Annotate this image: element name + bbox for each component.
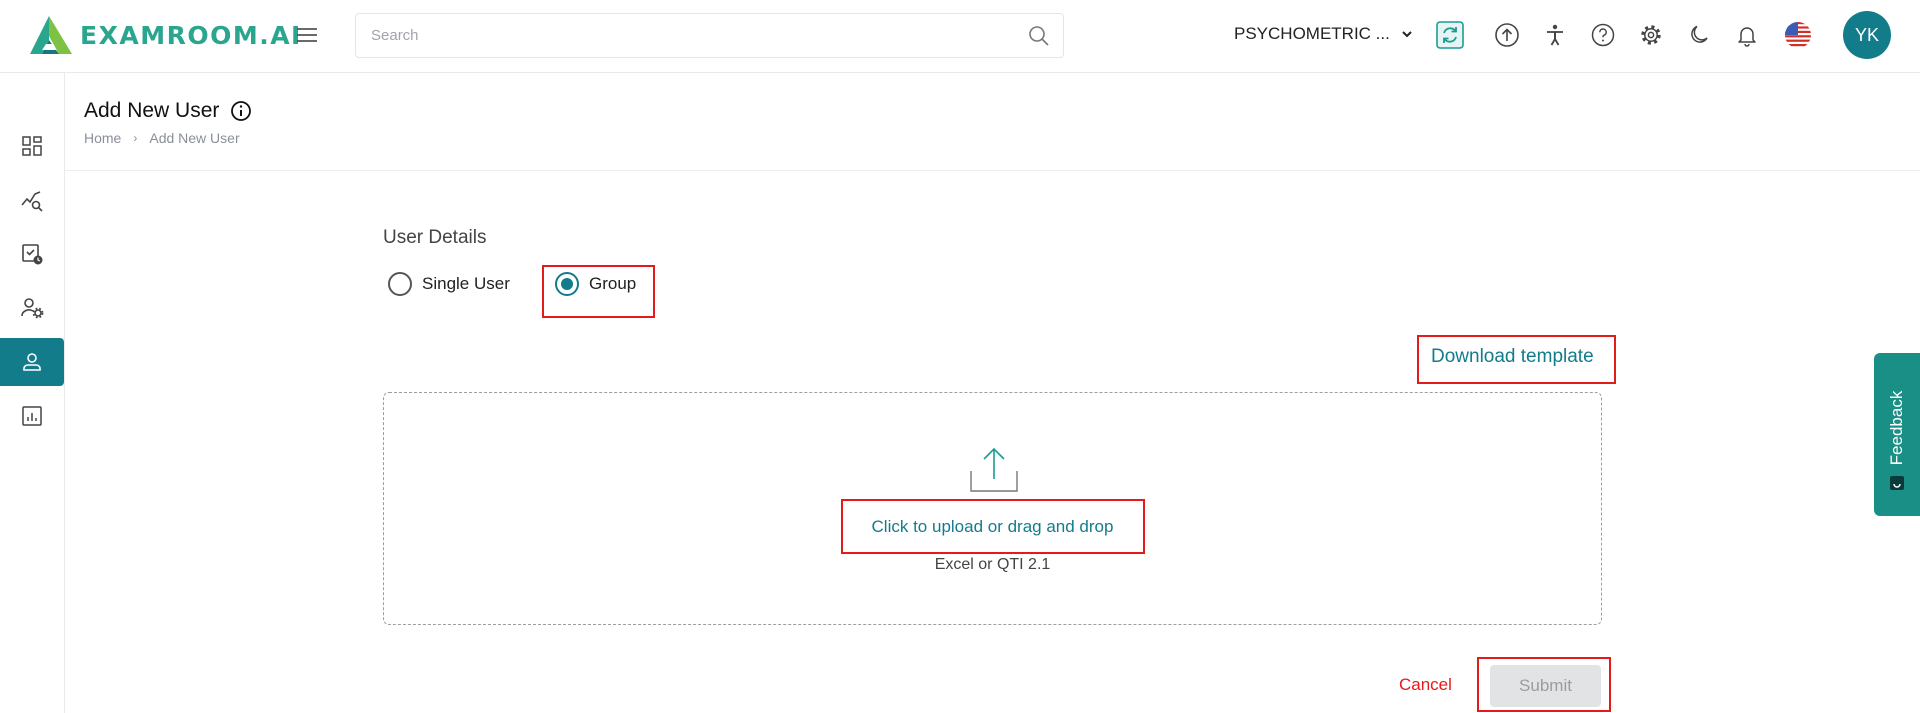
- accessibility-icon: [1547, 24, 1563, 46]
- menu-toggle-button[interactable]: [294, 22, 320, 48]
- upload-icon: [970, 447, 1018, 492]
- logo-mark-icon: [30, 16, 72, 54]
- info-icon[interactable]: [230, 100, 252, 122]
- breadcrumb: Home › Add New User: [84, 130, 240, 146]
- user-icon: [23, 353, 41, 371]
- user-avatar[interactable]: YK: [1843, 11, 1891, 59]
- search-input[interactable]: [371, 14, 971, 57]
- arrow-up-circle-icon: [1495, 23, 1519, 47]
- calendar-clock-icon: [22, 244, 43, 265]
- settings-button[interactable]: [1636, 20, 1666, 50]
- page-header: Add New User Home › Add New User: [65, 73, 1920, 171]
- sidebar-item-reports[interactable]: [0, 392, 64, 440]
- page-title-text: Add New User: [84, 99, 220, 122]
- gear-icon: [1641, 25, 1661, 45]
- feedback-label: Feedback: [1887, 390, 1906, 466]
- accessibility-button[interactable]: [1540, 20, 1570, 50]
- sidebar-item-schedule[interactable]: [0, 230, 64, 278]
- highlight-box-group: [542, 265, 655, 318]
- moon-icon: [1691, 25, 1708, 43]
- highlight-box-upload: [841, 499, 1145, 554]
- upload-status-button[interactable]: [1492, 20, 1522, 50]
- chevron-down-icon: [1402, 31, 1412, 38]
- feedback-tab[interactable]: Feedback: [1874, 353, 1920, 516]
- language-selector[interactable]: [1783, 20, 1813, 50]
- radio-single-user-label: Single User: [422, 274, 510, 293]
- highlight-box-download: [1417, 335, 1616, 384]
- help-circle-icon: [1591, 23, 1615, 47]
- organization-selector[interactable]: PSYCHOMETRIC ...: [1234, 24, 1414, 44]
- breadcrumb-home[interactable]: Home: [84, 130, 121, 146]
- search-icon[interactable]: [1027, 24, 1051, 48]
- highlight-box-submit: [1477, 657, 1611, 712]
- logo-text: EXAMROOM.AI: [80, 20, 302, 50]
- chart-search-icon: [21, 191, 43, 212]
- dashboard-grid-icon: [22, 136, 42, 156]
- sidebar-item-users[interactable]: [0, 338, 64, 386]
- bell-icon: [1738, 27, 1756, 47]
- top-bar: EXAMROOM.AI PSYCHOMETRIC ...: [0, 0, 1920, 73]
- sync-icon: [1436, 21, 1464, 49]
- sidebar-item-user-settings[interactable]: [0, 284, 64, 332]
- logo[interactable]: EXAMROOM.AI: [28, 14, 302, 56]
- sidebar: [0, 73, 65, 713]
- upload-formats-hint: Excel or QTI 2.1: [934, 556, 1051, 573]
- sidebar-item-analytics[interactable]: [0, 177, 64, 225]
- feedback-smile-icon: [1890, 476, 1904, 490]
- radio-circle: [388, 272, 412, 296]
- organization-name: PSYCHOMETRIC ...: [1234, 24, 1390, 43]
- user-details-heading: User Details: [383, 227, 487, 248]
- help-button[interactable]: [1588, 20, 1618, 50]
- hamburger-icon: [297, 28, 317, 42]
- user-gear-icon: [21, 298, 44, 319]
- breadcrumb-separator-icon: ›: [133, 131, 138, 145]
- search-box: [355, 13, 1064, 58]
- dark-mode-toggle[interactable]: [1684, 20, 1714, 50]
- sidebar-item-dashboard[interactable]: [0, 122, 64, 170]
- cancel-button[interactable]: Cancel: [1399, 675, 1452, 695]
- sync-button[interactable]: [1435, 20, 1465, 50]
- breadcrumb-current: Add New User: [149, 130, 240, 146]
- report-chart-icon: [22, 406, 42, 426]
- page-title: Add New User: [84, 99, 252, 123]
- radio-single-user[interactable]: Single User: [388, 272, 510, 296]
- notifications-button[interactable]: [1732, 20, 1762, 50]
- us-flag-icon: [1785, 22, 1811, 48]
